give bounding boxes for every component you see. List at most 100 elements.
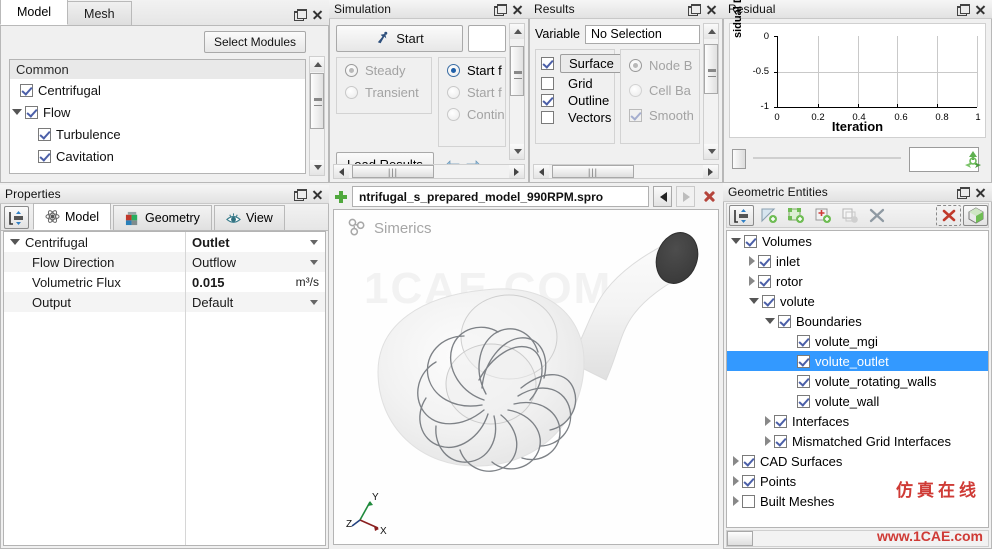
3d-canvas[interactable]: Simerics 1CAE.COM Y X Z	[333, 209, 719, 545]
align-icon[interactable]	[729, 205, 754, 226]
checkbox-volute[interactable]	[762, 294, 775, 308]
float-icon[interactable]	[957, 3, 970, 16]
model-vertical-scrollbar[interactable]	[309, 56, 325, 176]
tree-item-rotor[interactable]: rotor	[727, 271, 988, 291]
checkbox-mismatched-grid-interfaces[interactable]	[774, 434, 787, 448]
scroll-down-icon[interactable]	[310, 160, 324, 175]
property-row-flow-direction[interactable]: Flow Direction Outflow	[4, 252, 325, 272]
checkbox-volute-outlet[interactable]	[797, 354, 810, 368]
checkbox-surface[interactable]	[541, 57, 554, 70]
geometric-entities-tree[interactable]: Volumes inlet rotor volute Boundaries vo…	[726, 230, 989, 528]
start-button[interactable]: Start	[336, 25, 463, 52]
select-modules-button[interactable]: Select Modules	[203, 31, 306, 53]
checkbox-centrifugal[interactable]	[20, 83, 33, 97]
chevron-right-icon[interactable]	[733, 476, 739, 486]
option-outline[interactable]: Outline	[536, 91, 614, 108]
scroll-left-icon[interactable]	[534, 165, 549, 178]
tab-view-properties[interactable]: View	[213, 205, 285, 230]
add-group-icon[interactable]	[783, 205, 808, 226]
scroll-right-icon[interactable]	[703, 165, 718, 178]
scroll-thumb[interactable]	[310, 73, 324, 129]
chevron-down-icon[interactable]	[310, 259, 318, 265]
scroll-thumb[interactable]	[727, 531, 753, 546]
chevron-down-icon[interactable]	[310, 239, 318, 245]
checkbox-volute-mgi[interactable]	[797, 334, 810, 348]
next-arrow-icon[interactable]	[676, 186, 695, 207]
scroll-down-icon[interactable]	[704, 144, 718, 159]
close-icon[interactable]	[975, 187, 986, 198]
property-value-cell[interactable]: Outlet	[186, 232, 325, 252]
scroll-right-icon[interactable]	[509, 165, 524, 178]
option-grid[interactable]: Grid	[536, 73, 614, 91]
tree-item-volute[interactable]: volute	[727, 291, 988, 311]
scroll-thumb[interactable]: |||	[552, 165, 634, 178]
checkbox-volumes[interactable]	[744, 234, 757, 248]
tree-item-volute-wall[interactable]: volute_wall	[727, 391, 988, 411]
radio-transient[interactable]: Transient	[337, 78, 431, 100]
tree-item-volute-mgi[interactable]: volute_mgi	[727, 331, 988, 351]
recycle-icon[interactable]	[962, 149, 984, 171]
residual-slider-knob[interactable]	[732, 149, 746, 169]
prev-arrow-icon[interactable]	[653, 186, 672, 207]
property-row-centrifugal[interactable]: Centrifugal Outlet	[4, 232, 325, 252]
module-row-centrifugal[interactable]: Centrifugal	[10, 79, 305, 101]
chevron-right-icon[interactable]	[765, 416, 771, 426]
chevron-down-icon[interactable]	[310, 299, 318, 305]
radio-icon[interactable]	[447, 108, 460, 121]
checkbox-built-meshes[interactable]	[742, 494, 755, 508]
module-row-flow[interactable]: Flow	[10, 101, 305, 123]
chevron-right-icon[interactable]	[749, 276, 755, 286]
checkbox-inlet[interactable]	[758, 254, 771, 268]
properties-grid[interactable]: Centrifugal Outlet Flow Direction Outflo…	[3, 231, 326, 546]
radio-icon[interactable]	[447, 86, 460, 99]
checkbox-boundaries[interactable]	[778, 314, 791, 328]
radio-cell-based[interactable]: Cell Ba	[621, 73, 699, 98]
tree-item-volute-outlet[interactable]: volute_outlet	[727, 351, 988, 371]
start-extra-field[interactable]	[468, 25, 506, 52]
radio-icon[interactable]	[345, 64, 358, 77]
checkbox-points[interactable]	[742, 474, 755, 488]
checkbox-cavitation[interactable]	[38, 149, 51, 163]
radio-continue[interactable]: Contin	[439, 100, 505, 122]
float-icon[interactable]	[294, 9, 307, 21]
radio-icon[interactable]	[629, 84, 642, 97]
chevron-right-icon[interactable]	[749, 256, 755, 266]
results-horizontal-scrollbar[interactable]: |||	[533, 164, 719, 179]
tree-item-boundaries[interactable]: Boundaries	[727, 311, 988, 331]
scroll-down-icon[interactable]	[510, 144, 524, 159]
radio-icon[interactable]	[447, 64, 460, 77]
results-vertical-scrollbar[interactable]	[703, 23, 719, 160]
add-box-icon[interactable]	[837, 205, 862, 226]
option-vectors[interactable]: Vectors	[536, 108, 614, 125]
radio-icon[interactable]	[629, 59, 642, 72]
tab-geometry-properties[interactable]: Geometry	[113, 205, 212, 230]
scroll-up-icon[interactable]	[704, 24, 718, 39]
module-row-turbulence[interactable]: Turbulence	[10, 123, 305, 145]
simulation-horizontal-scrollbar[interactable]: |||	[333, 164, 525, 179]
tree-item-volumes[interactable]: Volumes	[727, 231, 988, 251]
radio-icon[interactable]	[345, 86, 358, 99]
simulation-vertical-scrollbar[interactable]	[509, 23, 525, 160]
tab-model-properties[interactable]: Model	[33, 203, 112, 230]
scroll-left-icon[interactable]	[334, 165, 349, 178]
property-value-cell[interactable]: Default	[186, 292, 325, 312]
checkbox-vectors[interactable]	[541, 111, 554, 124]
tab-model[interactable]: Model	[0, 0, 69, 25]
radio-steady[interactable]: Steady	[337, 58, 431, 78]
plus-icon[interactable]	[334, 190, 348, 204]
scroll-up-icon[interactable]	[510, 24, 524, 39]
radio-start-from-2[interactable]: Start f	[439, 78, 505, 100]
tree-item-cad-surfaces[interactable]: CAD Surfaces	[727, 451, 988, 471]
radio-node-based[interactable]: Node B	[621, 50, 699, 73]
property-row-output[interactable]: Output Default	[4, 292, 325, 312]
checkbox-volute-rotating-walls[interactable]	[797, 374, 810, 388]
chevron-right-icon[interactable]	[733, 456, 739, 466]
chevron-right-icon[interactable]	[765, 436, 771, 446]
option-smooth[interactable]: Smooth	[621, 98, 699, 123]
float-icon[interactable]	[957, 186, 970, 199]
checkbox-smooth[interactable]	[629, 109, 642, 122]
float-icon[interactable]	[294, 188, 307, 201]
align-icon[interactable]	[4, 206, 29, 229]
chevron-down-icon[interactable]	[749, 298, 759, 304]
checkbox-volute-wall[interactable]	[797, 394, 810, 408]
